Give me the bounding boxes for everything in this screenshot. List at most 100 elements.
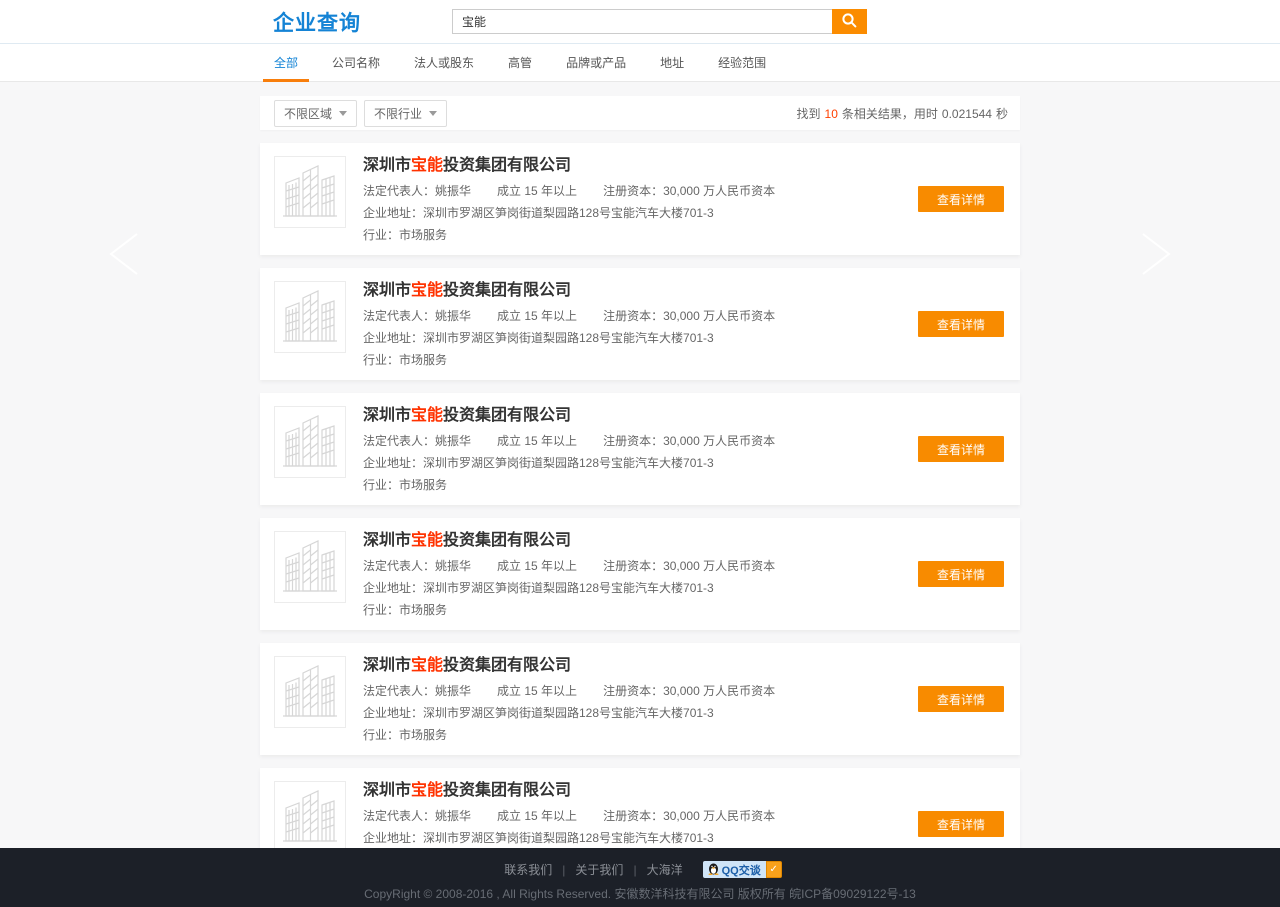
- view-details-button[interactable]: 查看详情: [918, 311, 1004, 337]
- company-meta-row: 法定代表人：姚振华成立 15 年以上注册资本：30,000 万人民币资本: [363, 309, 1006, 323]
- industry-filter-dropdown[interactable]: 不限行业: [364, 100, 447, 127]
- capital-label: 注册资本：: [603, 559, 663, 573]
- company-name-link[interactable]: 深圳市宝能投资集团有限公司: [363, 656, 1006, 676]
- legal-rep-label: 法定代表人：: [363, 434, 435, 448]
- header: 企业查询: [0, 0, 1280, 44]
- results-list: 深圳市宝能投资集团有限公司 法定代表人：姚振华成立 15 年以上注册资本：30,…: [260, 143, 1020, 848]
- company-name-post: 投资集团有限公司: [443, 782, 571, 799]
- company-industry: 行业：市场服务: [363, 478, 1006, 492]
- site-logo[interactable]: 企业查询: [273, 7, 361, 37]
- main-area: 不限区域 不限行业 找到10条相关结果，用时0.021544秒: [0, 82, 1280, 848]
- view-details-button[interactable]: 查看详情: [918, 186, 1004, 212]
- capital-value: 30,000 万人民币资本: [663, 184, 775, 198]
- search-scope-tab[interactable]: 品牌或产品: [555, 44, 637, 81]
- search-scope-tab[interactable]: 高管: [497, 44, 543, 81]
- chevron-down-icon: [429, 111, 437, 116]
- building-icon: [282, 411, 338, 474]
- building-icon: [282, 536, 338, 599]
- search-input[interactable]: [452, 9, 832, 34]
- founded-value: 成立 15 年以上: [497, 184, 577, 198]
- building-icon: [282, 786, 338, 849]
- company-info: 深圳市宝能投资集团有限公司 法定代表人：姚振华成立 15 年以上注册资本：30,…: [363, 531, 1006, 617]
- industry-filter-label: 不限行业: [374, 105, 422, 122]
- qq-penguin-icon: [708, 862, 719, 878]
- company-name-link[interactable]: 深圳市宝能投资集团有限公司: [363, 531, 1006, 551]
- carousel-prev-icon[interactable]: [103, 230, 145, 278]
- company-info: 深圳市宝能投资集团有限公司 法定代表人：姚振华成立 15 年以上注册资本：30,…: [363, 406, 1006, 492]
- header-inner: 企业查询: [260, 0, 1020, 43]
- legal-rep-value: 姚振华: [435, 434, 471, 448]
- company-result-card: 深圳市宝能投资集团有限公司 法定代表人：姚振华成立 15 年以上注册资本：30,…: [260, 768, 1020, 848]
- legal-rep-value: 姚振华: [435, 559, 471, 573]
- search-bar: [452, 9, 867, 34]
- company-result-card: 深圳市宝能投资集团有限公司 法定代表人：姚振华成立 15 年以上注册资本：30,…: [260, 143, 1020, 255]
- company-name-keyword-highlight: 宝能: [411, 157, 443, 174]
- founded-value: 成立 15 年以上: [497, 309, 577, 323]
- company-info: 深圳市宝能投资集团有限公司 法定代表人：姚振华成立 15 年以上注册资本：30,…: [363, 156, 1006, 242]
- content-column: 不限区域 不限行业 找到10条相关结果，用时0.021544秒: [260, 96, 1020, 848]
- capital-label: 注册资本：: [603, 809, 663, 823]
- carousel-next-icon[interactable]: [1135, 230, 1177, 278]
- footer-link-separator: |: [633, 863, 636, 877]
- company-name-post: 投资集团有限公司: [443, 282, 571, 299]
- footer-links-row: 联系我们|关于我们|大海洋| QQ交谈: [0, 848, 1280, 878]
- company-name-pre: 深圳市: [363, 532, 411, 549]
- region-filter-dropdown[interactable]: 不限区域: [274, 100, 357, 127]
- summary-suffix: 秒: [996, 107, 1008, 121]
- company-name-pre: 深圳市: [363, 282, 411, 299]
- company-name-post: 投资集团有限公司: [443, 657, 571, 674]
- search-scope-tab[interactable]: 法人或股东: [403, 44, 485, 81]
- company-meta-row: 法定代表人：姚振华成立 15 年以上注册资本：30,000 万人民币资本: [363, 184, 1006, 198]
- company-address: 企业地址：深圳市罗湖区笋岗街道梨园路128号宝能汽车大楼701-3: [363, 831, 1006, 845]
- company-address: 企业地址：深圳市罗湖区笋岗街道梨园路128号宝能汽车大楼701-3: [363, 581, 1006, 595]
- legal-rep-value: 姚振华: [435, 809, 471, 823]
- footer-link[interactable]: 联系我们: [504, 863, 552, 877]
- footer-link[interactable]: 关于我们: [575, 863, 623, 877]
- qq-chat-badge[interactable]: QQ交谈 ✓: [703, 861, 782, 878]
- search-scope-tab[interactable]: 经验范围: [707, 44, 777, 81]
- company-thumbnail: [274, 406, 346, 478]
- results-summary: 找到10条相关结果，用时0.021544秒: [795, 105, 1010, 122]
- company-meta-row: 法定代表人：姚振华成立 15 年以上注册资本：30,000 万人民币资本: [363, 559, 1006, 573]
- search-scope-tab[interactable]: 全部: [263, 44, 309, 81]
- company-name-link[interactable]: 深圳市宝能投资集团有限公司: [363, 781, 1006, 801]
- company-thumbnail: [274, 281, 346, 353]
- summary-middle: 条相关结果，用时: [842, 107, 938, 121]
- company-name-post: 投资集团有限公司: [443, 157, 571, 174]
- view-details-button[interactable]: 查看详情: [918, 811, 1004, 837]
- view-details-button[interactable]: 查看详情: [918, 436, 1004, 462]
- footer-link[interactable]: 大海洋: [647, 863, 683, 877]
- company-info: 深圳市宝能投资集团有限公司 法定代表人：姚振华成立 15 年以上注册资本：30,…: [363, 781, 1006, 848]
- footer: 联系我们|关于我们|大海洋| QQ交谈: [0, 848, 1280, 907]
- view-details-button[interactable]: 查看详情: [918, 686, 1004, 712]
- capital-label: 注册资本：: [603, 684, 663, 698]
- qq-chat-label: QQ交谈: [722, 862, 761, 878]
- building-icon: [282, 286, 338, 349]
- search-button[interactable]: [832, 9, 867, 34]
- region-filter-label: 不限区域: [284, 105, 332, 122]
- company-name-link[interactable]: 深圳市宝能投资集团有限公司: [363, 406, 1006, 426]
- company-result-card: 深圳市宝能投资集团有限公司 法定代表人：姚振华成立 15 年以上注册资本：30,…: [260, 393, 1020, 505]
- founded-value: 成立 15 年以上: [497, 559, 577, 573]
- company-name-keyword-highlight: 宝能: [411, 282, 443, 299]
- company-address: 企业地址：深圳市罗湖区笋岗街道梨园路128号宝能汽车大楼701-3: [363, 331, 1006, 345]
- legal-rep-label: 法定代表人：: [363, 559, 435, 573]
- filter-dropdowns: 不限区域 不限行业: [274, 100, 447, 127]
- capital-label: 注册资本：: [603, 309, 663, 323]
- view-details-button[interactable]: 查看详情: [918, 561, 1004, 587]
- footer-links: 联系我们|关于我们|大海洋|: [498, 861, 688, 878]
- company-meta-row: 法定代表人：姚振华成立 15 年以上注册资本：30,000 万人民币资本: [363, 434, 1006, 448]
- legal-rep-label: 法定代表人：: [363, 684, 435, 698]
- search-scope-tab[interactable]: 地址: [649, 44, 695, 81]
- company-name-link[interactable]: 深圳市宝能投资集团有限公司: [363, 156, 1006, 176]
- company-address: 企业地址：深圳市罗湖区笋岗街道梨园路128号宝能汽车大楼701-3: [363, 456, 1006, 470]
- chevron-down-icon: [339, 111, 347, 116]
- company-name-post: 投资集团有限公司: [443, 407, 571, 424]
- building-icon: [282, 661, 338, 724]
- legal-rep-label: 法定代表人：: [363, 309, 435, 323]
- search-scope-tab[interactable]: 公司名称: [321, 44, 391, 81]
- company-meta-row: 法定代表人：姚振华成立 15 年以上注册资本：30,000 万人民币资本: [363, 809, 1006, 823]
- summary-prefix: 找到: [797, 107, 821, 121]
- company-name-keyword-highlight: 宝能: [411, 407, 443, 424]
- company-name-link[interactable]: 深圳市宝能投资集团有限公司: [363, 281, 1006, 301]
